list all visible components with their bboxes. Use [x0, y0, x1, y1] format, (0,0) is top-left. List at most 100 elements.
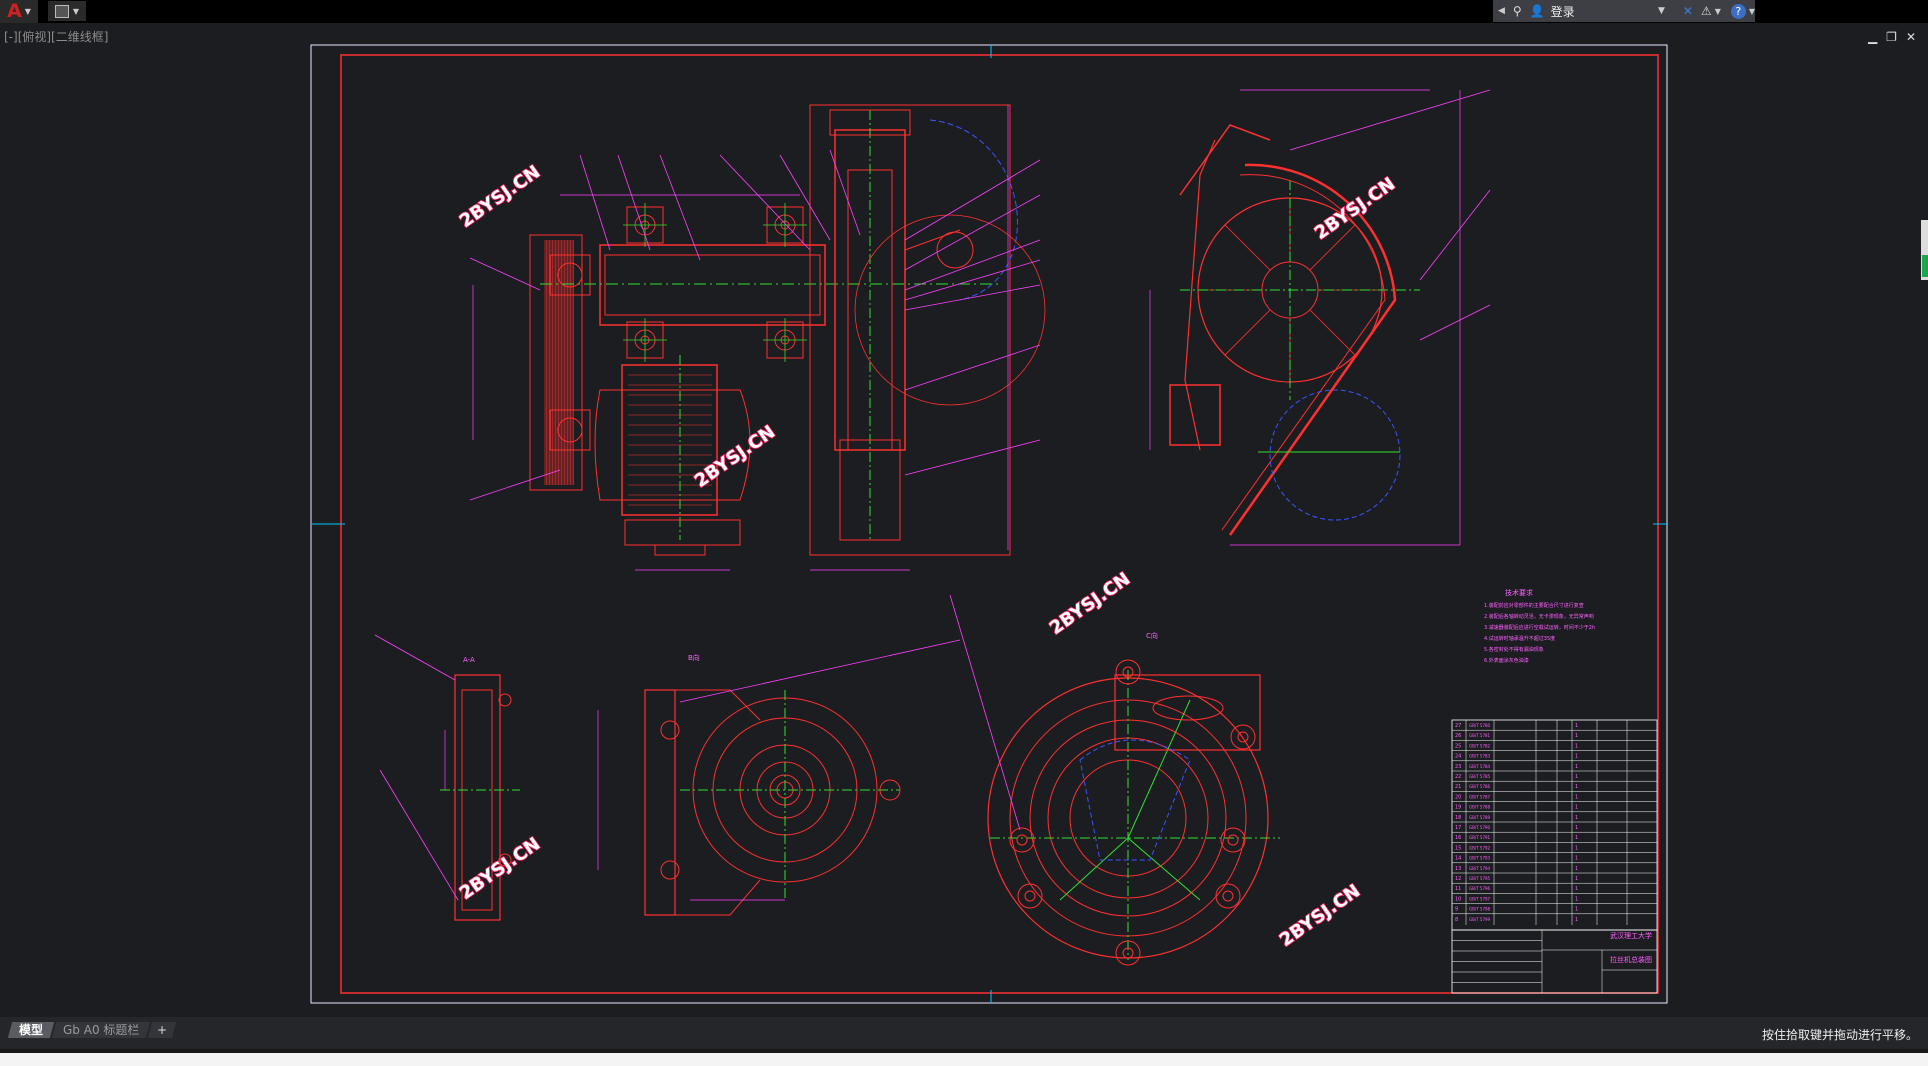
parts-list-cell: 1 — [1575, 845, 1578, 851]
tab-model[interactable]: 模型 — [7, 1022, 55, 1038]
bolt-hole — [1237, 731, 1249, 743]
parts-list-cell: 19 — [1455, 805, 1461, 811]
tech-requirement-line: 1.装配前应对零部件的主要配合尺寸进行复查 — [1484, 602, 1584, 609]
parts-list-cell: GB/T 5789 — [1469, 815, 1491, 820]
parts-list-cell: 1 — [1575, 866, 1578, 872]
side-spoke — [1224, 309, 1271, 356]
parts-list-cell: GB/T 5790 — [1469, 825, 1491, 830]
parts-list-cell: 22 — [1455, 774, 1461, 780]
leader-line — [949, 594, 1021, 831]
parts-list-cell: 1 — [1575, 856, 1578, 862]
parts-list-cell: GB/T 5799 — [1469, 917, 1491, 922]
leader-line — [374, 634, 456, 681]
view-b-plate — [644, 689, 676, 916]
parts-list-cell: 17 — [1455, 825, 1461, 831]
bolt-hole — [1215, 883, 1241, 909]
bolt-hole — [1024, 890, 1036, 902]
gearbox-housing — [599, 244, 826, 326]
leader-line — [904, 159, 1041, 241]
parts-list-cell: GB/T 5797 — [1469, 896, 1491, 901]
tech-requirement-line: 5.各密封处不得有漏油现象 — [1484, 646, 1544, 653]
close-button[interactable]: ✕ — [1906, 30, 1916, 44]
hidden-line — [929, 119, 1018, 301]
parts-list-cell: 21 — [1455, 784, 1461, 790]
leader-line — [679, 639, 961, 703]
parts-list-cell: 1 — [1575, 876, 1578, 882]
minimize-button[interactable]: ▁ — [1868, 30, 1877, 44]
bolt — [498, 693, 512, 707]
drum-outline — [854, 214, 1046, 406]
parts-list-cell: 15 — [1455, 845, 1461, 851]
parts-list-cell: GB/T 5795 — [1469, 876, 1491, 881]
parts-list-cell: 1 — [1575, 835, 1578, 841]
motor-foot — [654, 544, 706, 556]
add-layout-button[interactable]: + — [148, 1022, 177, 1038]
bolt-hole — [1222, 890, 1234, 902]
parts-list-cell: GB/T 5785 — [1469, 774, 1491, 779]
leader-line — [904, 284, 1041, 311]
parts-list-cell: GB/T 5781 — [1469, 733, 1491, 738]
parts-list-cell: 14 — [1455, 856, 1461, 862]
parts-list-cell: 1 — [1575, 805, 1578, 811]
parts-list-cell: 9 — [1455, 907, 1458, 913]
motor-base — [624, 519, 741, 546]
tech-requirement-line: 2.装配后各轴转动灵活，无卡滞现象，无异常声响 — [1484, 613, 1594, 620]
gear — [936, 231, 974, 269]
side-bracket — [1169, 384, 1221, 446]
parts-list-cell: 23 — [1455, 764, 1461, 770]
leader-line — [779, 154, 831, 241]
parts-list-cell: 26 — [1455, 733, 1461, 739]
parts-list-cell: 12 — [1455, 876, 1461, 882]
tech-requirement-line: 3.减速器装配后应进行空载试运转，时间不少于2h — [1484, 624, 1595, 631]
parts-list-cell: GB/T 5782 — [1469, 743, 1491, 748]
viewport-controls[interactable]: [-][俯视][二维线框] — [4, 28, 108, 45]
tab-layout-gb-a0[interactable]: Gb A0 标题栏 — [51, 1022, 151, 1038]
watermark-text: 2BYSJ.CN — [456, 162, 544, 233]
watermark-text: 2BYSJ.CN — [1046, 569, 1134, 640]
watermark-text: 2BYSJ.CN — [1276, 881, 1364, 952]
parts-list-cell: 20 — [1455, 794, 1461, 800]
bolt-hole — [1016, 834, 1028, 846]
tech-requirement-line: 4.试运转时轴承温升不超过35度 — [1484, 635, 1555, 642]
parts-list-cell: 1 — [1575, 886, 1578, 892]
leader-line — [904, 259, 1041, 301]
leader-line — [904, 344, 1041, 391]
title-block-school: 武汉理工大学 — [1610, 931, 1652, 940]
scroll-thumb[interactable] — [1922, 255, 1928, 277]
bolt-hole — [1230, 724, 1256, 750]
hidden-line — [1079, 739, 1191, 861]
status-bar — [0, 1017, 1928, 1049]
restore-button[interactable]: ❐ — [1886, 30, 1897, 44]
parts-list-cell: 1 — [1575, 825, 1578, 831]
bolt-hole — [1017, 883, 1043, 909]
command-line-area[interactable] — [0, 1049, 1928, 1066]
drawing-canvas[interactable]: 27 GB/T 5780 1 26 GB/T 5781 1 25 GB/T 5782 1 24 GB… — [0, 0, 1928, 1017]
parts-list-cell: 8 — [1455, 917, 1458, 923]
parts-list-cell: 1 — [1575, 723, 1578, 729]
parts-list-cell: 1 — [1575, 896, 1578, 902]
section-aa-label: A-A — [463, 656, 475, 664]
guard-plate — [1228, 163, 1397, 536]
flywheel-housing — [529, 234, 583, 491]
drawing-window-controls: ▁ ❐ ✕ — [1868, 30, 1916, 44]
parts-list-cell: 1 — [1575, 774, 1578, 780]
title-block-drawing-name: 拉丝机总装图 — [1610, 955, 1652, 964]
parts-list-cell: GB/T 5793 — [1469, 856, 1491, 861]
parts-list-cell: 1 — [1575, 917, 1578, 923]
parts-list-cell: 27 — [1455, 723, 1461, 729]
parts-list-cell: GB/T 5792 — [1469, 845, 1491, 850]
view-c-label: C向 — [1146, 631, 1158, 640]
bolt-hole — [1220, 827, 1246, 853]
parts-list-cell: GB/T 5786 — [1469, 784, 1491, 789]
parts-list-cell: 10 — [1455, 896, 1461, 902]
parts-list-cell: GB/T 5794 — [1469, 866, 1491, 871]
parts-list-cell: GB/T 5784 — [1469, 764, 1491, 769]
watermark-text: 2BYSJ.CN — [691, 422, 779, 493]
leader-line — [1419, 304, 1491, 341]
parts-list-cell: 13 — [1455, 866, 1461, 872]
tech-requirement-line: 6.外表面涂灰色油漆 — [1484, 657, 1529, 664]
view-b-label: B向 — [688, 653, 700, 662]
bolt-hole — [1227, 834, 1239, 846]
leader-line — [1419, 189, 1491, 281]
bracket — [1179, 124, 1271, 196]
